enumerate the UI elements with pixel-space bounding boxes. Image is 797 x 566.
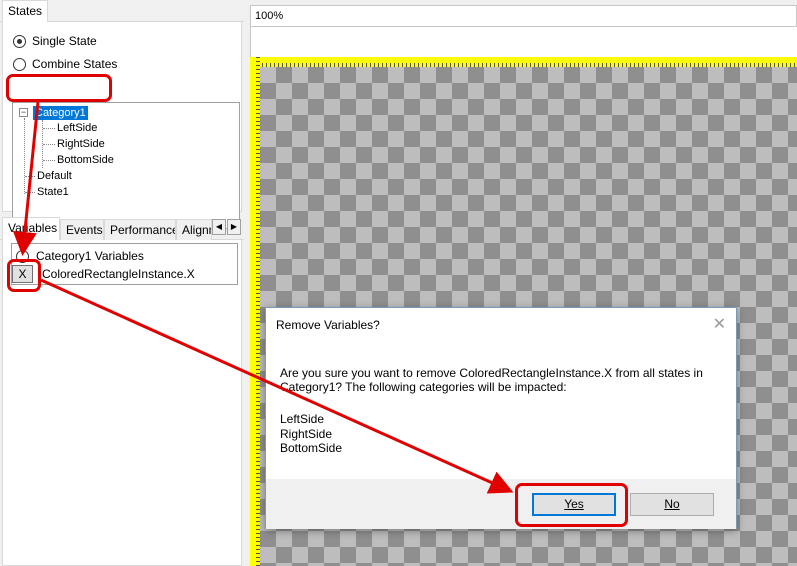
tree-line (25, 176, 35, 177)
no-button[interactable]: No (630, 493, 714, 516)
tree-line (24, 118, 25, 194)
no-button-label: No (664, 497, 680, 511)
single-state-option[interactable]: Single State (13, 34, 97, 48)
tree-line (43, 128, 55, 129)
combine-states-radio[interactable] (13, 57, 26, 71)
highlight-category1 (6, 74, 112, 102)
impacted-item: BottomSide (280, 441, 343, 455)
vertical-ruler[interactable] (250, 57, 260, 566)
combine-states-option[interactable]: Combine States (13, 57, 117, 71)
impacted-item: LeftSide (280, 412, 325, 426)
states-tabstrip: States (0, 0, 244, 23)
tree-item-state1[interactable]: State1 (37, 185, 69, 199)
zoom-level: 100% (255, 10, 284, 22)
variables-list: Category1 Variables ColoredRectangleInst… (11, 243, 238, 285)
tab-performance[interactable]: Performance (104, 219, 176, 240)
combine-states-label: Combine States (32, 57, 118, 71)
variable-name-label: ColoredRectangleInstance.X (42, 267, 195, 281)
single-state-radio[interactable] (13, 34, 26, 48)
tab-scroll-right-icon[interactable]: ▶ (227, 219, 241, 235)
remove-variables-dialog: Remove Variables? ✕ Are you sure you wan… (265, 307, 737, 529)
impacted-categories-list: LeftSide RightSide BottomSide (280, 412, 342, 456)
states-tree: − Category1 LeftSide RightSide BottomSid… (12, 102, 240, 229)
dialog-title: Remove Variables? (276, 318, 380, 332)
impacted-item: RightSide (280, 426, 333, 441)
variables-group-label: Category1 Variables (36, 249, 144, 263)
tab-scroll-left-icon[interactable]: ◀ (212, 219, 226, 235)
highlight-remove-button (7, 259, 41, 292)
zoom-bar[interactable]: 100% (250, 5, 797, 27)
tree-line (43, 160, 55, 161)
close-icon[interactable]: ✕ (713, 314, 726, 334)
single-state-label: Single State (32, 34, 97, 48)
collapse-icon[interactable]: − (19, 108, 28, 117)
highlight-yes-button (515, 483, 628, 527)
tree-line (43, 144, 55, 145)
tab-alignment[interactable]: Alignm (176, 219, 212, 240)
tree-item-default[interactable]: Default (37, 169, 72, 183)
tree-item-category1[interactable]: Category1 (33, 106, 88, 120)
tree-item-rightside[interactable]: RightSide (57, 137, 105, 151)
states-pane: Single State Combine States − Category1 … (2, 22, 242, 229)
tree-item-bottomside[interactable]: BottomSide (57, 153, 114, 167)
variables-tabstrip: Variables Events Performance Alignm (0, 217, 244, 240)
tree-item-leftside[interactable]: LeftSide (57, 121, 97, 135)
tab-variables[interactable]: Variables (2, 217, 60, 240)
dialog-message: Are you sure you want to remove ColoredR… (280, 366, 703, 394)
tab-events[interactable]: Events (60, 219, 104, 240)
dialog-footer: Yes No (266, 479, 736, 529)
tab-states[interactable]: States (2, 0, 49, 23)
horizontal-ruler[interactable] (250, 57, 797, 67)
tree-line (25, 192, 35, 193)
